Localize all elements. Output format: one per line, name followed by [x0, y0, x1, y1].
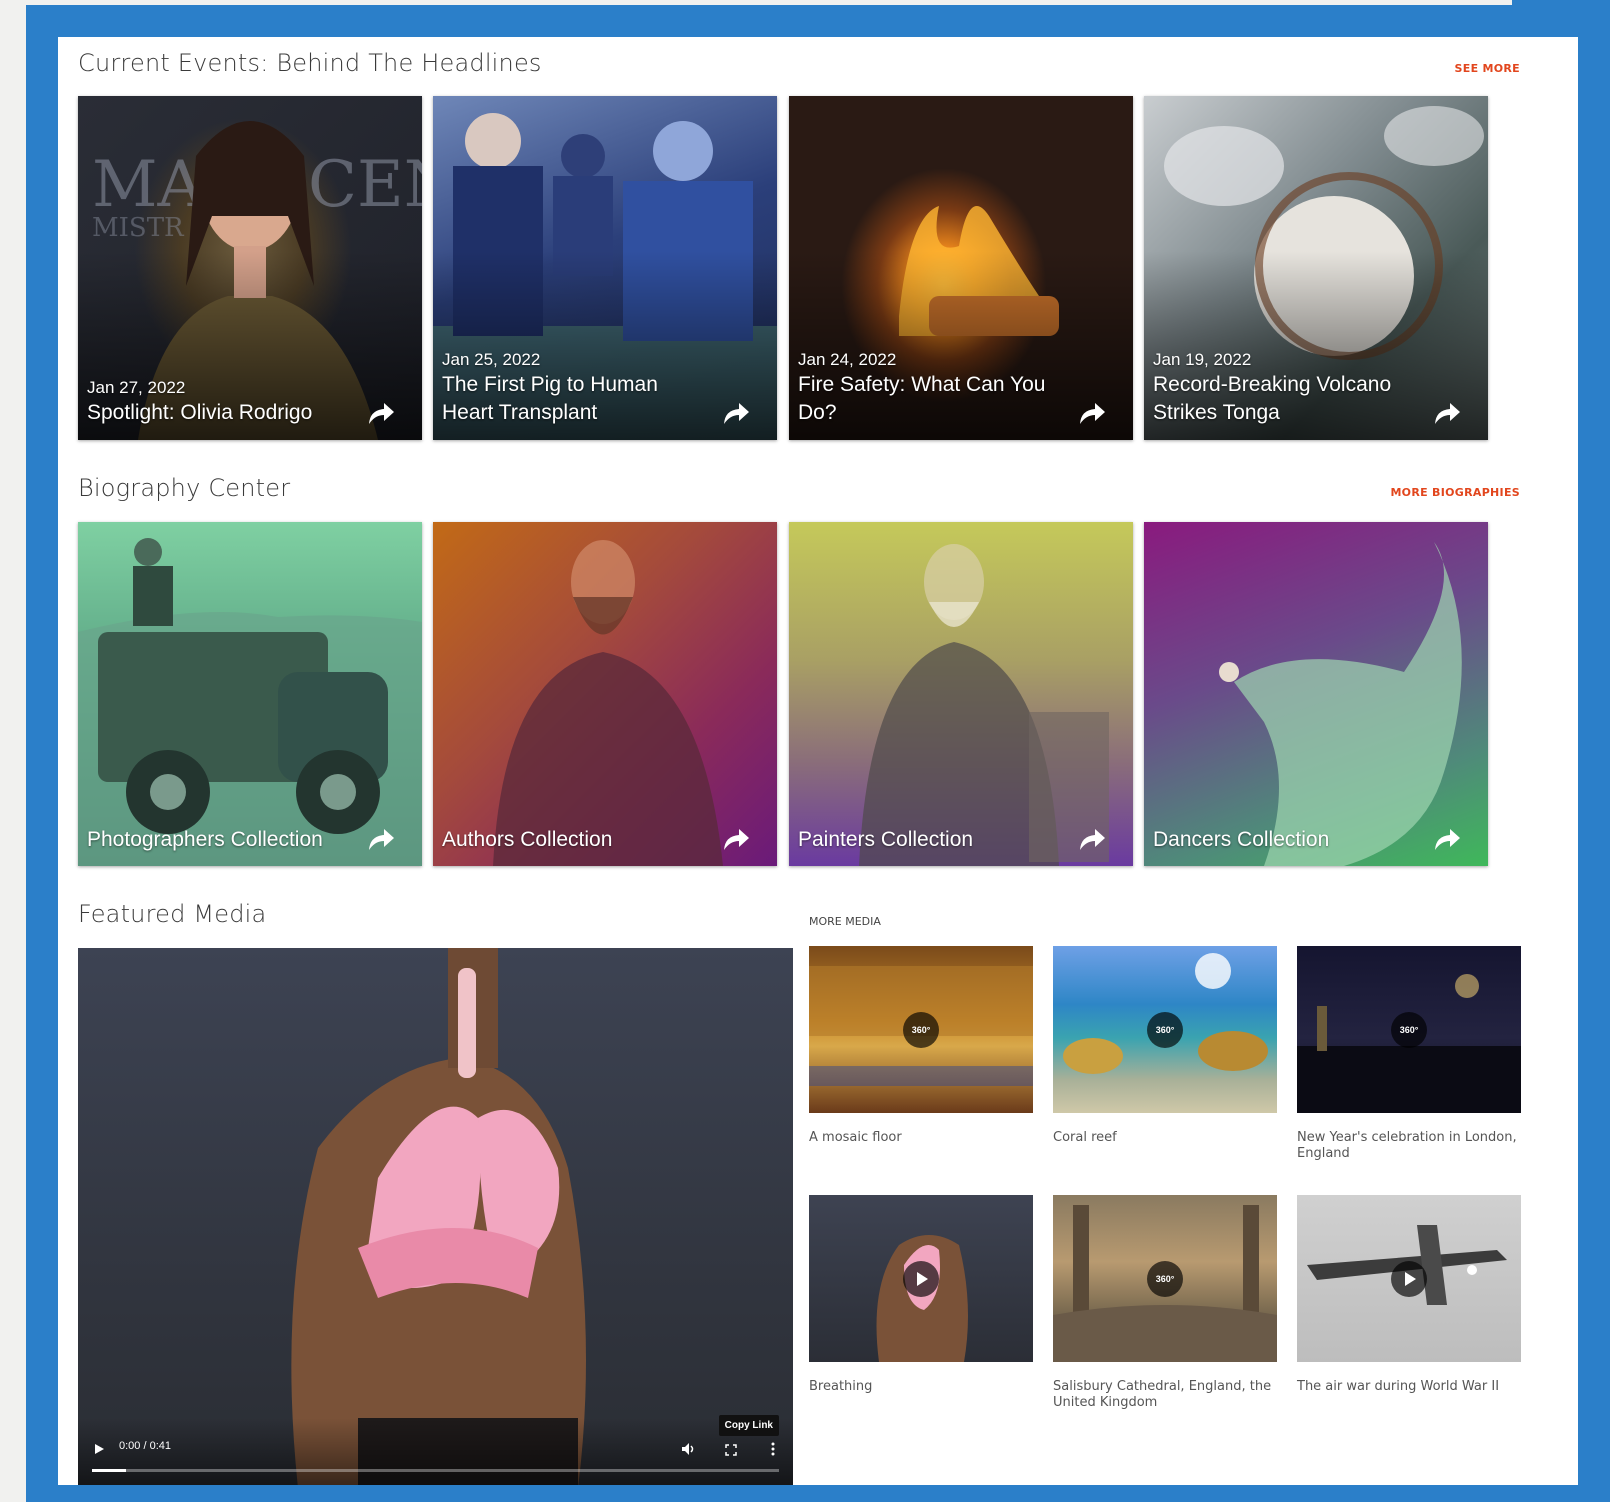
biography-center-title: Biography Center [78, 474, 291, 502]
360-view-icon: 360° [1147, 1260, 1183, 1297]
news-title: Spotlight: Olivia Rodrigo [87, 401, 313, 424]
fullscreen-icon[interactable] [725, 1444, 737, 1456]
news-date: Jan 25, 2022 [442, 350, 541, 369]
more-options-icon[interactable] [771, 1442, 775, 1456]
current-events-title: Current Events: Behind The Headlines [78, 49, 542, 77]
360-view-icon: 360° [903, 1011, 939, 1048]
share-icon[interactable] [1077, 826, 1107, 852]
bio-card-painters[interactable]: Painters Collection [789, 522, 1133, 866]
bio-image-painters [859, 544, 1109, 866]
bio-title: Photographers Collection [87, 828, 323, 851]
see-more-link[interactable]: SEE MORE [1455, 62, 1520, 75]
media-thumb-air-war-ww2[interactable] [1297, 1195, 1521, 1362]
more-biographies-link[interactable]: MORE BIOGRAPHIES [1390, 486, 1520, 499]
featured-media-title: Featured Media [78, 900, 267, 928]
news-card-3[interactable]: Jan 24, 2022 Fire Safety: What Can You D… [789, 96, 1133, 440]
bio-title: Authors Collection [442, 828, 613, 851]
share-icon[interactable] [366, 400, 396, 426]
media-thumb-new-years-london[interactable]: 360° [1297, 946, 1521, 1113]
share-icon[interactable] [721, 400, 751, 426]
news-title: The First Pig to Human Heart Transplant [442, 373, 658, 424]
news-title: Record-Breaking Volcano Strikes Tonga [1153, 373, 1392, 424]
content-panel: Current Events: Behind The Headlines SEE… [58, 37, 1578, 1485]
news-title: Fire Safety: What Can You Do? [798, 373, 1046, 424]
share-icon[interactable] [1432, 826, 1462, 852]
play-icon [1391, 1260, 1427, 1297]
360-view-icon: 360° [1391, 1011, 1427, 1048]
news-card-2[interactable]: Jan 25, 2022 The First Pig to Human Hear… [433, 96, 777, 440]
video-progress-fill [92, 1469, 127, 1472]
media-thumb-breathing[interactable] [809, 1195, 1033, 1362]
bio-title: Painters Collection [798, 828, 974, 851]
play-icon[interactable] [92, 1442, 106, 1456]
bio-card-authors[interactable]: Authors Collection [433, 522, 777, 866]
bio-image-photographers [78, 538, 422, 866]
bio-image-dancers [1219, 542, 1462, 866]
featured-video-player[interactable]: 0:00 / 0:41 Copy Link [78, 948, 793, 1485]
media-caption: New Year's celebration in London, Englan… [1297, 1130, 1517, 1161]
news-date: Jan 27, 2022 [87, 378, 186, 397]
media-caption: Coral reef [1053, 1130, 1117, 1145]
bio-card-dancers[interactable]: Dancers Collection [1144, 522, 1488, 866]
media-caption: The air war during World War II [1297, 1379, 1500, 1394]
media-caption: A mosaic floor [809, 1130, 902, 1145]
news-card-1[interactable]: MA CEN MISTR Jan 27, 2022 Spotlight: Oli… [78, 96, 422, 440]
share-icon[interactable] [721, 826, 751, 852]
share-icon[interactable] [1432, 400, 1462, 426]
video-frame-breathing [291, 948, 586, 1485]
bio-title: Dancers Collection [1153, 828, 1330, 851]
video-timecode: 0:00 / 0:41 [119, 1440, 171, 1452]
copy-link-button[interactable]: Copy Link [718, 1415, 779, 1436]
share-icon[interactable] [366, 826, 396, 852]
svg-text:CEN: CEN [308, 148, 422, 222]
media-caption: Breathing [809, 1379, 873, 1394]
media-caption: Salisbury Cathedral, England, the United… [1053, 1379, 1272, 1410]
more-media-label: MORE MEDIA [809, 915, 881, 928]
media-thumb-coral-reef[interactable]: 360° [1053, 946, 1277, 1113]
media-thumb-salisbury-cathedral[interactable]: 360° [1053, 1195, 1277, 1362]
news-date: Jan 24, 2022 [798, 350, 897, 369]
play-icon [903, 1260, 939, 1297]
news-card-4[interactable]: Jan 19, 2022 Record-Breaking Volcano Str… [1144, 96, 1488, 440]
svg-text:MISTR: MISTR [92, 213, 185, 243]
news-date: Jan 19, 2022 [1153, 350, 1252, 369]
media-thumb-mosaic-floor[interactable]: 360° [809, 946, 1033, 1113]
bio-image-authors [493, 540, 723, 866]
share-icon[interactable] [1077, 400, 1107, 426]
video-progress-bar[interactable] [92, 1469, 779, 1472]
bio-card-photographers[interactable]: Photographers Collection [78, 522, 422, 866]
svg-text:MA: MA [92, 148, 205, 222]
volume-icon[interactable] [681, 1442, 697, 1456]
360-view-icon: 360° [1147, 1011, 1183, 1048]
